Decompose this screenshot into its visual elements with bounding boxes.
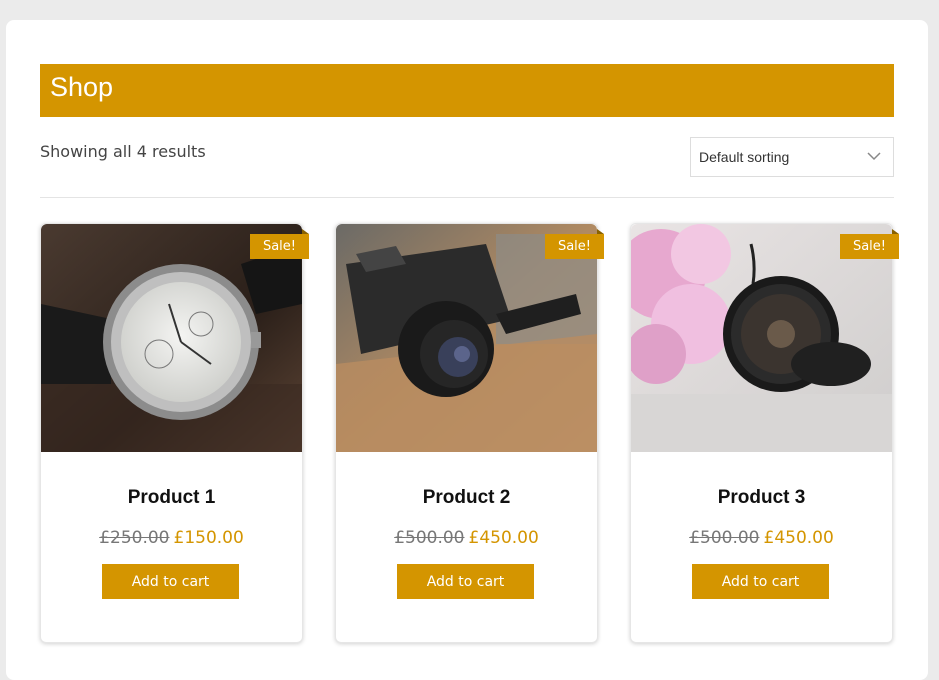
sale-badge: Sale!	[545, 229, 604, 259]
original-price: £250.00	[99, 528, 170, 548]
product-title[interactable]: Product 3	[631, 487, 892, 509]
product-title[interactable]: Product 2	[336, 487, 597, 509]
add-to-cart-button[interactable]: Add to cart	[692, 564, 829, 599]
add-to-cart-button[interactable]: Add to cart	[397, 564, 534, 599]
sort-select[interactable]: Default sorting	[690, 137, 894, 177]
divider	[40, 197, 894, 198]
page-banner: Shop	[40, 64, 894, 117]
product-card: Sale! Product 2 £500.00 £450.00 Add to ca…	[335, 223, 604, 643]
page-title: Shop	[50, 72, 114, 102]
result-count: Showing all 4 results	[40, 142, 206, 161]
sale-price: £450.00	[468, 528, 539, 548]
sort-selected-value: Default sorting	[699, 149, 790, 165]
sale-price: £150.00	[173, 528, 244, 548]
add-to-cart-button[interactable]: Add to cart	[102, 564, 239, 599]
shop-container: Shop Showing all 4 results Default sorti…	[6, 20, 928, 680]
product-card: Sale! Product 1 £250.00 £150.00 Add to ca…	[40, 223, 309, 643]
product-card: Sale! Product 3 £500.00 £450.00 Add to ca…	[630, 223, 899, 643]
product-title[interactable]: Product 1	[41, 487, 302, 509]
chevron-down-icon	[867, 152, 881, 161]
sale-price: £450.00	[763, 528, 834, 548]
original-price: £500.00	[394, 528, 465, 548]
sale-badge: Sale!	[840, 229, 899, 259]
product-price: £500.00 £450.00	[336, 528, 597, 548]
product-price: £500.00 £450.00	[631, 528, 892, 548]
product-price: £250.00 £150.00	[41, 528, 302, 548]
original-price: £500.00	[689, 528, 760, 548]
sale-badge: Sale!	[250, 229, 309, 259]
